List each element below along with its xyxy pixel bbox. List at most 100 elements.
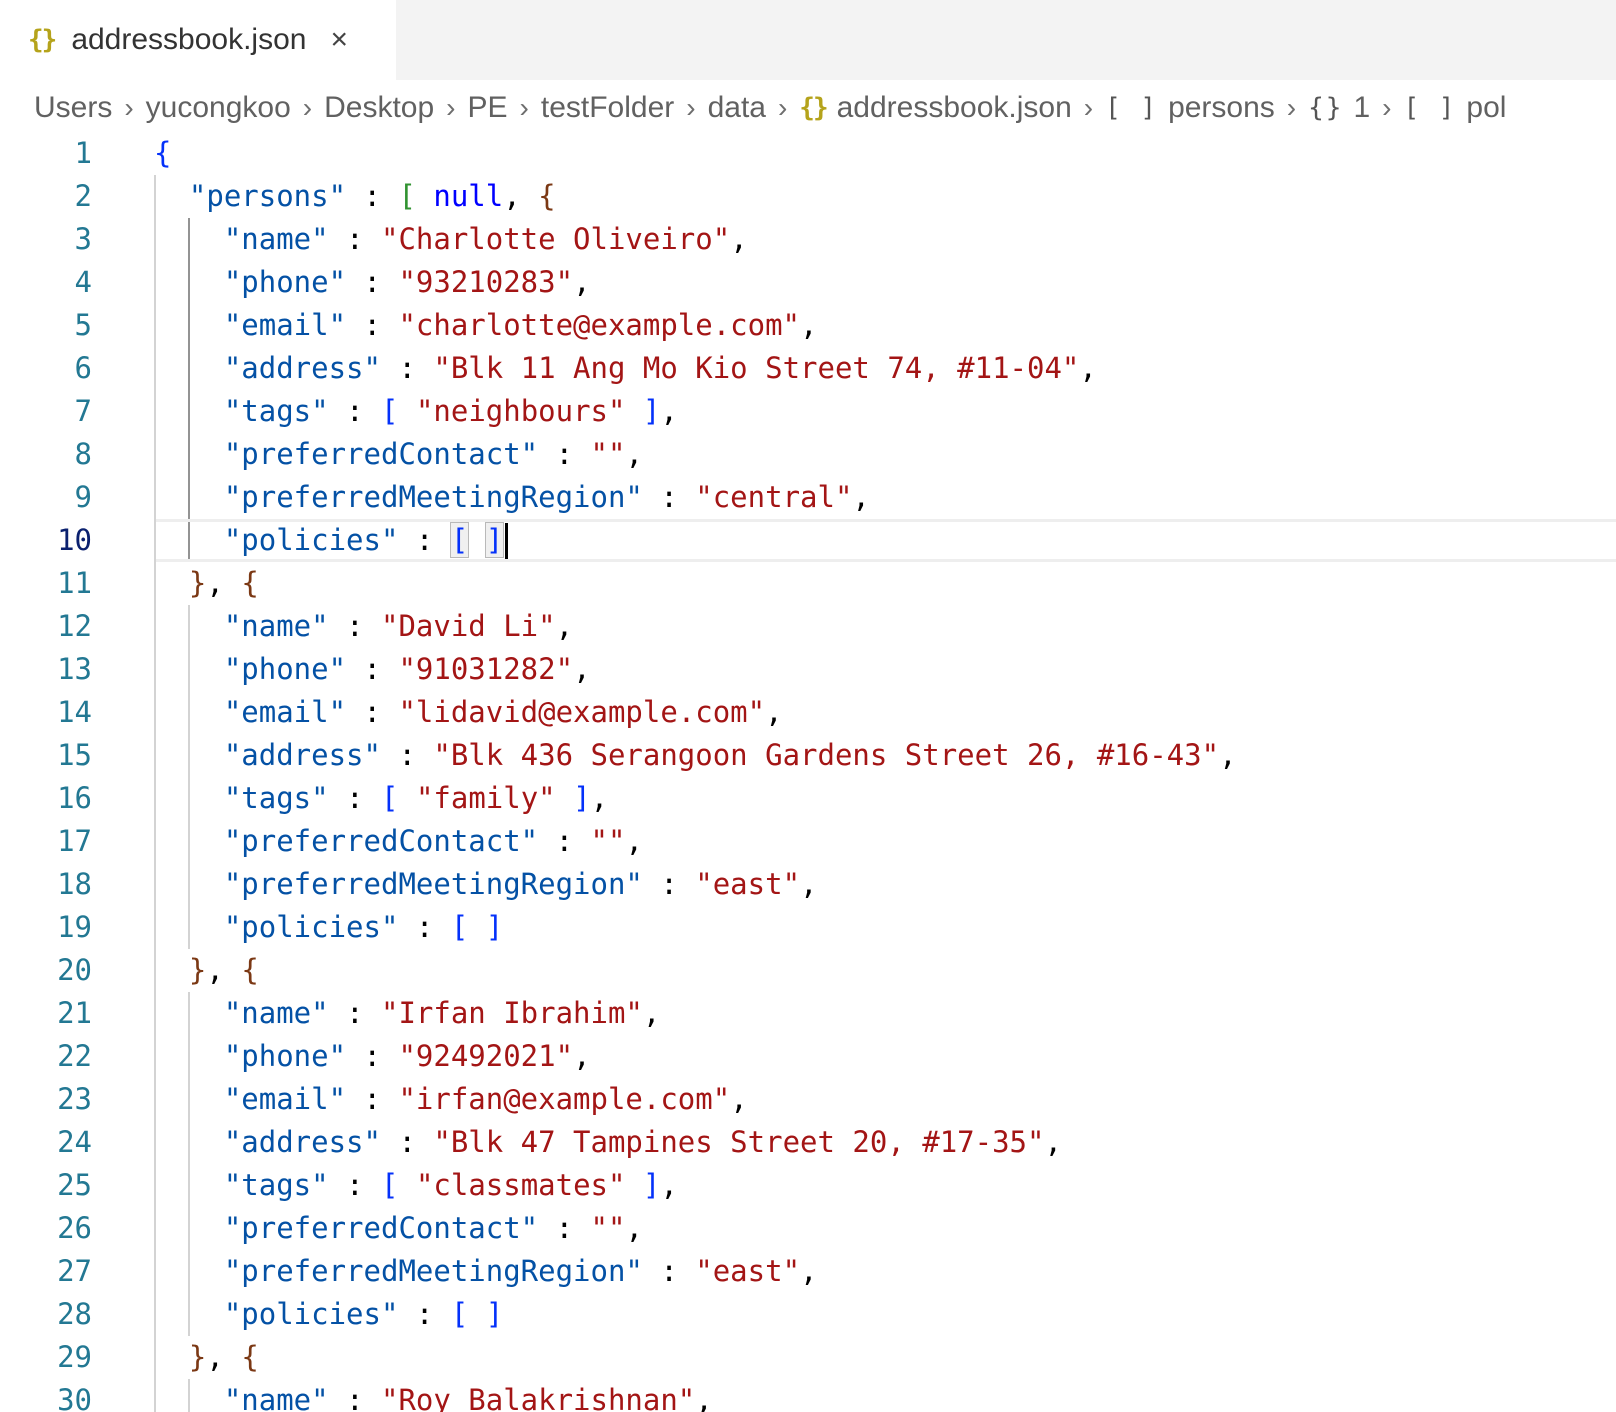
tab-label: addressbook.json bbox=[71, 23, 307, 56]
breadcrumb-label: 1 bbox=[1353, 91, 1371, 124]
indent-guide bbox=[188, 1164, 190, 1207]
close-icon[interactable]: × bbox=[330, 25, 348, 55]
tab-addressbook-json[interactable]: {} addressbook.json × bbox=[0, 0, 396, 80]
code-line[interactable]: 1{ bbox=[0, 132, 1616, 175]
breadcrumb-item[interactable]: data bbox=[708, 91, 766, 125]
line-number: 6 bbox=[74, 351, 92, 385]
code-token: "preferredMeetingRegion" bbox=[223, 1254, 643, 1288]
code-line[interactable]: 15 "address" : "Blk 436 Serangoon Garden… bbox=[0, 734, 1616, 777]
breadcrumb-item[interactable]: {} addressbook.json bbox=[799, 91, 1071, 125]
breadcrumb-item[interactable]: {} 1 bbox=[1308, 91, 1370, 125]
code-line[interactable]: 9 "preferredMeetingRegion" : "central", bbox=[0, 476, 1616, 519]
code-line[interactable]: 12 "name" : "David Li", bbox=[0, 605, 1616, 648]
code-line[interactable]: 6 "address" : "Blk 11 Ang Mo Kio Street … bbox=[0, 347, 1616, 390]
code-editor[interactable]: 1{2 "persons" : [ null, {3 "name" : "Cha… bbox=[0, 132, 1616, 1412]
code-content: { bbox=[154, 132, 171, 175]
code-line[interactable]: 19 "policies" : [ ] bbox=[0, 906, 1616, 949]
code-line[interactable]: 17 "preferredContact" : "", bbox=[0, 820, 1616, 863]
code-line[interactable]: 8 "preferredContact" : "", bbox=[0, 433, 1616, 476]
breadcrumb-label: data bbox=[707, 91, 766, 124]
code-token: , bbox=[730, 1082, 748, 1116]
line-number: 8 bbox=[74, 437, 92, 471]
code-token: "92492021" bbox=[398, 1039, 574, 1073]
code-token: , bbox=[765, 695, 783, 729]
code-token: : bbox=[328, 222, 381, 256]
line-number: 28 bbox=[57, 1297, 92, 1331]
code-line[interactable]: 27 "preferredMeetingRegion" : "east", bbox=[0, 1250, 1616, 1293]
code-content: "preferredMeetingRegion" : "east", bbox=[154, 1250, 818, 1293]
line-number: 26 bbox=[57, 1211, 92, 1245]
chevron-right-icon: › bbox=[124, 92, 134, 123]
code-line[interactable]: 18 "preferredMeetingRegion" : "east", bbox=[0, 863, 1616, 906]
code-token: "tags" bbox=[223, 1168, 329, 1202]
code-token: : bbox=[380, 351, 434, 385]
breadcrumb-item[interactable]: testFolder bbox=[541, 91, 674, 125]
code-token: "email" bbox=[223, 1082, 347, 1116]
code-line[interactable]: 21 "name" : "Irfan Ibrahim", bbox=[0, 992, 1616, 1035]
code-line[interactable]: 25 "tags" : [ "classmates" ], bbox=[0, 1164, 1616, 1207]
indent-guide bbox=[154, 476, 156, 519]
code-line[interactable]: 13 "phone" : "91031282", bbox=[0, 648, 1616, 691]
code-line[interactable]: 20 }, { bbox=[0, 949, 1616, 992]
code-line[interactable]: 28 "policies" : [ ] bbox=[0, 1293, 1616, 1336]
code-line[interactable]: 5 "email" : "charlotte@example.com", bbox=[0, 304, 1616, 347]
code-line[interactable]: 24 "address" : "Blk 47 Tampines Street 2… bbox=[0, 1121, 1616, 1164]
code-line[interactable]: 4 "phone" : "93210283", bbox=[0, 261, 1616, 304]
code-line[interactable]: 30 "name" : "Roy Balakrishnan", bbox=[0, 1379, 1616, 1412]
code-line[interactable]: 16 "tags" : [ "family" ], bbox=[0, 777, 1616, 820]
breadcrumb-label: Users bbox=[34, 91, 113, 124]
code-line[interactable]: 10 "policies" : [ ] bbox=[0, 519, 1616, 562]
breadcrumb-item[interactable]: Users bbox=[34, 91, 112, 125]
code-line[interactable]: 2 "persons" : [ null, { bbox=[0, 175, 1616, 218]
code-line[interactable]: 23 "email" : "irfan@example.com", bbox=[0, 1078, 1616, 1121]
breadcrumb-item[interactable]: [ ] pol bbox=[1403, 91, 1506, 125]
breadcrumb: Users › yucongkoo › Desktop › PE › testFolder › da… bbox=[0, 80, 1616, 136]
breadcrumb-label: yucongkoo bbox=[145, 91, 291, 124]
code-token: ] bbox=[642, 1168, 661, 1202]
code-token: "family" bbox=[415, 781, 556, 815]
breadcrumb-item[interactable]: yucongkoo bbox=[146, 91, 291, 125]
indent-guide bbox=[154, 1207, 156, 1250]
indent-guide bbox=[154, 433, 156, 476]
line-number: 3 bbox=[74, 222, 92, 256]
code-line[interactable]: 26 "preferredContact" : "", bbox=[0, 1207, 1616, 1250]
chevron-right-icon: › bbox=[302, 92, 313, 123]
code-token: "address" bbox=[223, 1125, 381, 1159]
code-line[interactable]: 22 "phone" : "92492021", bbox=[0, 1035, 1616, 1078]
indent-guide bbox=[154, 261, 156, 304]
code-content: "address" : "Blk 47 Tampines Street 20, … bbox=[154, 1121, 1062, 1164]
chevron-right-icon: › bbox=[1382, 92, 1392, 123]
breadcrumb-label: persons bbox=[1168, 91, 1275, 124]
code-content: "name" : "Roy Balakrishnan", bbox=[154, 1379, 713, 1412]
breadcrumb-item[interactable]: Desktop bbox=[324, 91, 434, 125]
code-content: "email" : "charlotte@example.com", bbox=[154, 304, 818, 347]
code-token: , bbox=[852, 480, 870, 514]
code-token: : bbox=[346, 1082, 399, 1116]
line-number: 15 bbox=[57, 738, 92, 772]
code-token: "91031282" bbox=[398, 652, 574, 686]
code-token: , bbox=[800, 867, 818, 901]
code-line[interactable]: 29 }, { bbox=[0, 1336, 1616, 1379]
code-token: null bbox=[433, 179, 504, 213]
indent-guide bbox=[188, 1035, 190, 1078]
line-number: 1 bbox=[74, 136, 92, 170]
chevron-right-icon: › bbox=[446, 92, 456, 123]
code-token: , bbox=[660, 1168, 678, 1202]
code-token: "Blk 47 Tampines Street 20, #17-35" bbox=[433, 1125, 1045, 1159]
code-token: { bbox=[241, 953, 259, 987]
code-token: , bbox=[555, 609, 574, 643]
code-line[interactable]: 3 "name" : "Charlotte Oliveiro", bbox=[0, 218, 1616, 261]
code-token: , bbox=[590, 781, 609, 815]
indent-guide bbox=[154, 1379, 156, 1412]
code-token: : bbox=[398, 1297, 451, 1331]
code-token: , bbox=[695, 1383, 713, 1412]
indent-guide bbox=[154, 777, 156, 820]
breadcrumb-item[interactable]: PE bbox=[468, 91, 508, 125]
code-token: , bbox=[1044, 1125, 1062, 1159]
code-line[interactable]: 7 "tags" : [ "neighbours" ], bbox=[0, 390, 1616, 433]
code-line[interactable]: 14 "email" : "lidavid@example.com", bbox=[0, 691, 1616, 734]
code-line[interactable]: 11 }, { bbox=[0, 562, 1616, 605]
breadcrumb-item[interactable]: [ ] persons bbox=[1105, 91, 1275, 125]
